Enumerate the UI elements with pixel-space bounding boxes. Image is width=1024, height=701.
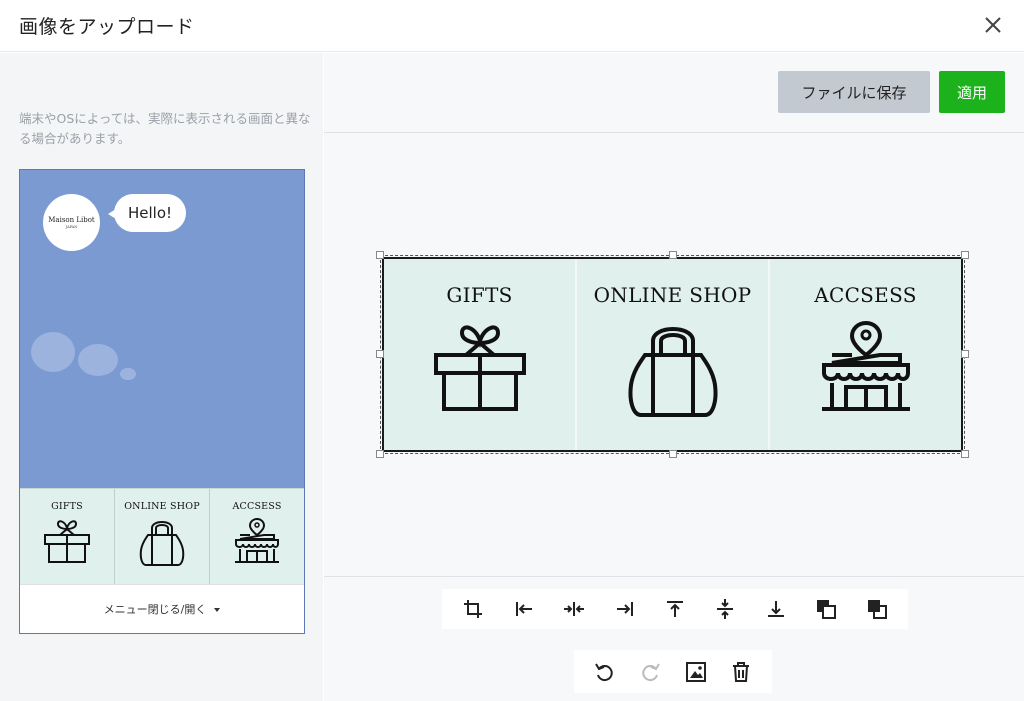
edit-tools (574, 650, 772, 693)
rich-menu-preview: GIFTS ONLINE SHOP ACCSESS (20, 488, 304, 584)
crop-icon (464, 600, 483, 618)
align-left-icon (515, 602, 532, 616)
crop-handle-top[interactable] (669, 251, 677, 259)
avatar-brand: Maison Libot (48, 216, 95, 224)
crop-frame[interactable]: GIFTS ONLINE SHOP ACCSESS (376, 251, 969, 458)
crop-handle-top-right[interactable] (961, 251, 969, 259)
redo-icon (642, 662, 661, 681)
crop-handle-bottom-right[interactable] (961, 450, 969, 458)
undo-tool[interactable] (591, 658, 619, 686)
apply-button[interactable]: 適用 (939, 71, 1005, 113)
align-bottom-icon (767, 601, 784, 617)
menu-cell-label: ONLINE SHOP (593, 283, 752, 307)
align-top-tool[interactable] (661, 595, 689, 623)
mini-menu-cell-gifts[interactable]: GIFTS (20, 489, 115, 584)
align-bottom-tool[interactable] (762, 595, 790, 623)
crop-handle-bottom-left[interactable] (376, 450, 384, 458)
editor-toolbar (324, 576, 1024, 701)
crop-handle-bottom[interactable] (669, 450, 677, 458)
avatar-brand-sub: JAPAN (65, 225, 78, 229)
bring-front-tool[interactable] (812, 595, 840, 623)
preview-panel: 端末やOSによっては、実際に表示される画面と異なる場合があります。 Maison… (0, 53, 323, 701)
dialog-title: 画像をアップロード (19, 16, 195, 38)
delete-tool[interactable] (727, 658, 755, 686)
phone-preview: Maison Libot JAPAN Hello! GIFTS ONLINE S… (19, 169, 305, 634)
save-to-file-button[interactable]: ファイルに保存 (778, 71, 930, 113)
align-right-tool[interactable] (611, 595, 639, 623)
menu-toggle-label: メニュー閉じる/開く (103, 603, 207, 616)
align-center-horizontal-tool[interactable] (560, 595, 588, 623)
mini-menu-cell-online-shop[interactable]: ONLINE SHOP (115, 489, 210, 584)
chat-bubble: Hello! (107, 194, 187, 232)
align-left-tool[interactable] (510, 595, 538, 623)
menu-cell-label: GIFTS (446, 283, 513, 307)
menu-cell-access: ACCSESS (770, 259, 961, 450)
chat-area: Maison Libot JAPAN Hello! (20, 170, 304, 488)
crop-handle-top-left[interactable] (376, 251, 384, 259)
menu-image: GIFTS ONLINE SHOP ACCSESS (382, 257, 963, 452)
align-center-vertical-icon (717, 599, 734, 619)
avatar: Maison Libot JAPAN (43, 194, 100, 251)
mini-menu-label: ONLINE SHOP (124, 501, 200, 512)
send-back-tool[interactable] (863, 595, 891, 623)
editor-topbar: ファイルに保存 適用 (324, 53, 1024, 133)
caret-down-icon (214, 608, 221, 612)
gift-icon (433, 325, 526, 411)
align-top-icon (666, 601, 683, 617)
mini-menu-label: GIFTS (51, 501, 83, 512)
image-icon (685, 661, 706, 682)
close-icon[interactable] (982, 14, 1004, 36)
bag-icon (628, 327, 717, 417)
store-icon (821, 321, 910, 411)
crop-tool[interactable] (459, 595, 487, 623)
menu-cell-online-shop: ONLINE SHOP (577, 259, 770, 450)
redo-tool[interactable] (636, 658, 664, 686)
editor-canvas: GIFTS ONLINE SHOP ACCSESS (324, 134, 1024, 576)
dialog-header: 画像をアップロード (0, 0, 1024, 52)
menu-cell-label: ACCSESS (814, 283, 917, 307)
mini-menu-label: ACCSESS (232, 501, 282, 512)
gift-icon (44, 520, 90, 563)
bring-front-icon (817, 600, 837, 619)
store-icon (235, 518, 279, 563)
align-tools (442, 589, 908, 629)
align-center-horizontal-icon (564, 602, 585, 616)
editor-panel: ファイルに保存 適用 GIFTS ONLINE SHOP ACCSESS (324, 53, 1024, 701)
preview-note: 端末やOSによっては、実際に表示される画面と異なる場合があります。 (19, 111, 311, 146)
send-back-icon (867, 600, 887, 619)
undo-icon (594, 662, 613, 681)
trash-icon (733, 661, 750, 682)
background-decoration (31, 332, 136, 380)
crop-handle-right[interactable] (961, 350, 969, 358)
crop-handle-left[interactable] (376, 350, 384, 358)
align-right-icon (616, 602, 633, 616)
bag-icon (139, 521, 185, 566)
mini-menu-cell-access[interactable]: ACCSESS (210, 489, 304, 584)
menu-toggle[interactable]: メニュー閉じる/開く (20, 584, 304, 633)
menu-cell-gifts: GIFTS (384, 259, 577, 450)
align-center-vertical-tool[interactable] (711, 595, 739, 623)
replace-image-tool[interactable] (682, 658, 710, 686)
